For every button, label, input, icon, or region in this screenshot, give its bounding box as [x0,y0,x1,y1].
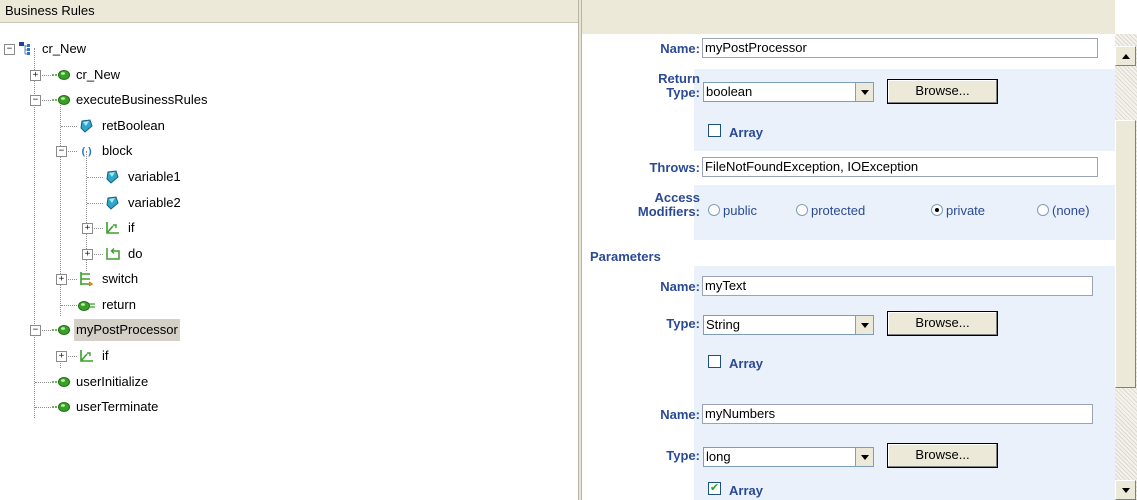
scroll-down-button[interactable] [1115,480,1136,500]
throws-label: Throws: [649,160,700,175]
chevron-down-icon[interactable] [855,83,873,101]
chevron-down-icon[interactable] [855,316,873,334]
param-type-value: String [706,317,740,332]
return-array-label: Array [729,125,763,140]
tree-node-label: variable1 [128,169,181,184]
if-branch-icon [106,222,119,234]
panel-header: Business Rules [0,0,578,23]
name-input[interactable]: myPostProcessor [702,38,1098,58]
parameters-heading: Parameters [590,249,661,264]
tree-node-label: executeBusinessRules [76,92,208,107]
switch-icon [80,272,94,286]
collapse-toggle[interactable]: − [30,95,41,106]
radio-private[interactable] [931,204,943,216]
param-type-value: long [706,449,731,464]
radio-public[interactable] [708,204,720,216]
variable-icon [106,196,119,210]
browse-param-type-button[interactable]: Browse... [887,443,998,468]
scroll-up-button[interactable] [1115,46,1136,66]
collapse-toggle[interactable]: − [56,146,67,157]
radio-private-label: private [946,203,986,218]
method-icon [52,325,70,335]
param-array-label: Array [729,356,763,371]
radio-protected-label: protected [811,203,866,218]
collapse-toggle[interactable]: − [4,44,15,55]
tree-node-label: cr_New [42,41,87,56]
variable-icon [106,170,119,184]
method-icon [52,402,70,412]
tree-node-label: if [102,348,109,363]
block-braces-icon: () [80,145,93,158]
rules-root-icon [19,42,30,55]
collapse-toggle[interactable]: − [30,325,41,336]
expand-toggle[interactable]: + [82,249,93,260]
param-type-label: Type: [666,316,700,331]
throws-input[interactable]: FileNotFoundException, IOException [702,157,1098,177]
tree-node-label: do [128,246,143,261]
return-type-value: boolean [706,84,753,99]
return-label-line2: Type: [666,85,700,100]
properties-header [582,0,1115,34]
param-array-label: Array [729,483,763,498]
param-type-label: Type: [666,448,700,463]
chevron-down-icon[interactable] [855,448,873,466]
business-rules-panel: Business Rules − + − − + + + − + cr_New … [0,0,578,500]
param-array-checkbox[interactable]: ✔ [708,482,721,495]
method-icon [52,377,70,387]
browse-param-type-button[interactable]: Browse... [887,311,998,336]
tree-node-label: block [102,143,133,158]
param-array-checkbox[interactable] [708,355,721,368]
tree-node-label: switch [102,271,139,286]
panel-title: Business Rules [5,3,95,18]
access-label-line1: Access [654,190,700,205]
radio-none[interactable] [1037,204,1049,216]
access-label-line2: Modifiers: [637,204,700,219]
param-type-select[interactable]: long [703,447,874,467]
expand-toggle[interactable]: + [56,274,67,285]
radio-protected[interactable] [796,204,808,216]
method-icon [52,70,70,80]
param-type-select[interactable]: String [703,315,874,335]
vertical-scrollbar[interactable] [1115,34,1137,500]
radio-public-label: public [723,203,757,218]
name-label: Name: [660,41,700,56]
properties-panel: Name: myPostProcessor Return Type: boole… [582,0,1115,500]
expand-toggle[interactable]: + [56,351,67,362]
tree-node-label: userInitialize [76,374,149,389]
param-name-label: Name: [660,407,700,422]
return-array-checkbox[interactable] [708,124,721,137]
tree-node-label: if [128,220,135,235]
svg-text:(): () [80,145,93,158]
tree-node-label: myPostProcessor [74,319,180,341]
tree-node-label: cr_New [76,67,121,82]
variable-icon [80,119,93,133]
rules-tree: − + − − + + + − + cr_New cr_New executeB… [0,22,578,500]
method-icon [52,95,70,105]
return-label-line1: Return [658,71,700,86]
expand-toggle[interactable]: + [82,223,93,234]
tree-node-label: userTerminate [76,399,159,414]
param-name-input[interactable]: myText [702,276,1093,296]
return-type-label: Return Type: [622,72,700,100]
radio-none-label: (none) [1052,203,1090,218]
tree-node-label: return [102,297,136,312]
if-branch-icon [80,350,93,362]
return-icon [78,301,95,311]
scrollbar-thumb[interactable] [1115,120,1136,388]
expand-toggle[interactable]: + [30,70,41,81]
browse-return-type-button[interactable]: Browse... [887,79,998,104]
return-type-select[interactable]: boolean [703,82,874,102]
param-name-input[interactable]: myNumbers [702,404,1093,424]
param-name-label: Name: [660,279,700,294]
loop-icon [106,248,120,260]
tree-node-label: retBoolean [102,118,165,133]
access-modifiers-label: Access Modifiers: [612,191,700,219]
tree-node-label: variable2 [128,195,181,210]
